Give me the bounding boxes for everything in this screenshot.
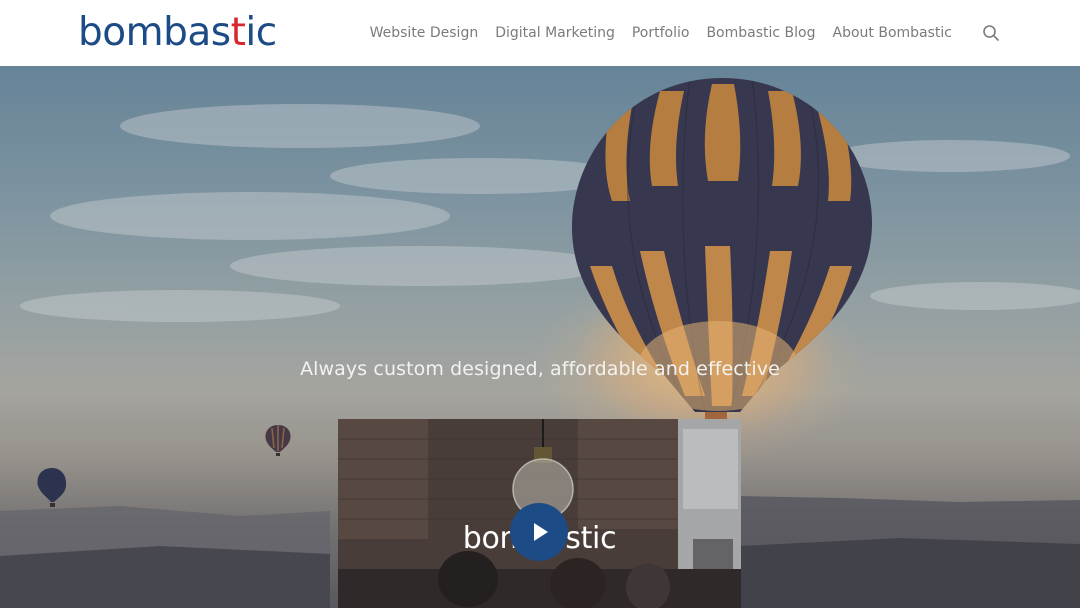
nav-item-digital-marketing[interactable]: Digital Marketing bbox=[495, 25, 615, 41]
logo-text-main: bombas bbox=[78, 10, 231, 55]
site-header: bombastic Website Design Digital Marketi… bbox=[0, 0, 1080, 66]
site-logo[interactable]: bombastic bbox=[78, 8, 277, 58]
logo-text-accent: t bbox=[230, 10, 246, 55]
logo-text-end: ic bbox=[245, 10, 277, 55]
nav-item-portfolio[interactable]: Portfolio bbox=[632, 25, 690, 41]
intro-video[interactable]: bombastic bbox=[338, 419, 741, 608]
nav-item-about-bombastic[interactable]: About Bombastic bbox=[833, 25, 953, 41]
main-nav: Website Design Digital Marketing Portfol… bbox=[353, 0, 952, 66]
hero-section: Always custom designed, affordable and e… bbox=[0, 66, 1080, 608]
search-icon[interactable] bbox=[982, 24, 1000, 42]
play-button[interactable] bbox=[510, 503, 568, 561]
nav-item-website-design[interactable]: Website Design bbox=[370, 25, 479, 41]
nav-item-bombastic-blog[interactable]: Bombastic Blog bbox=[706, 25, 815, 41]
hero-tagline: Always custom designed, affordable and e… bbox=[300, 358, 780, 380]
play-icon bbox=[534, 523, 548, 541]
